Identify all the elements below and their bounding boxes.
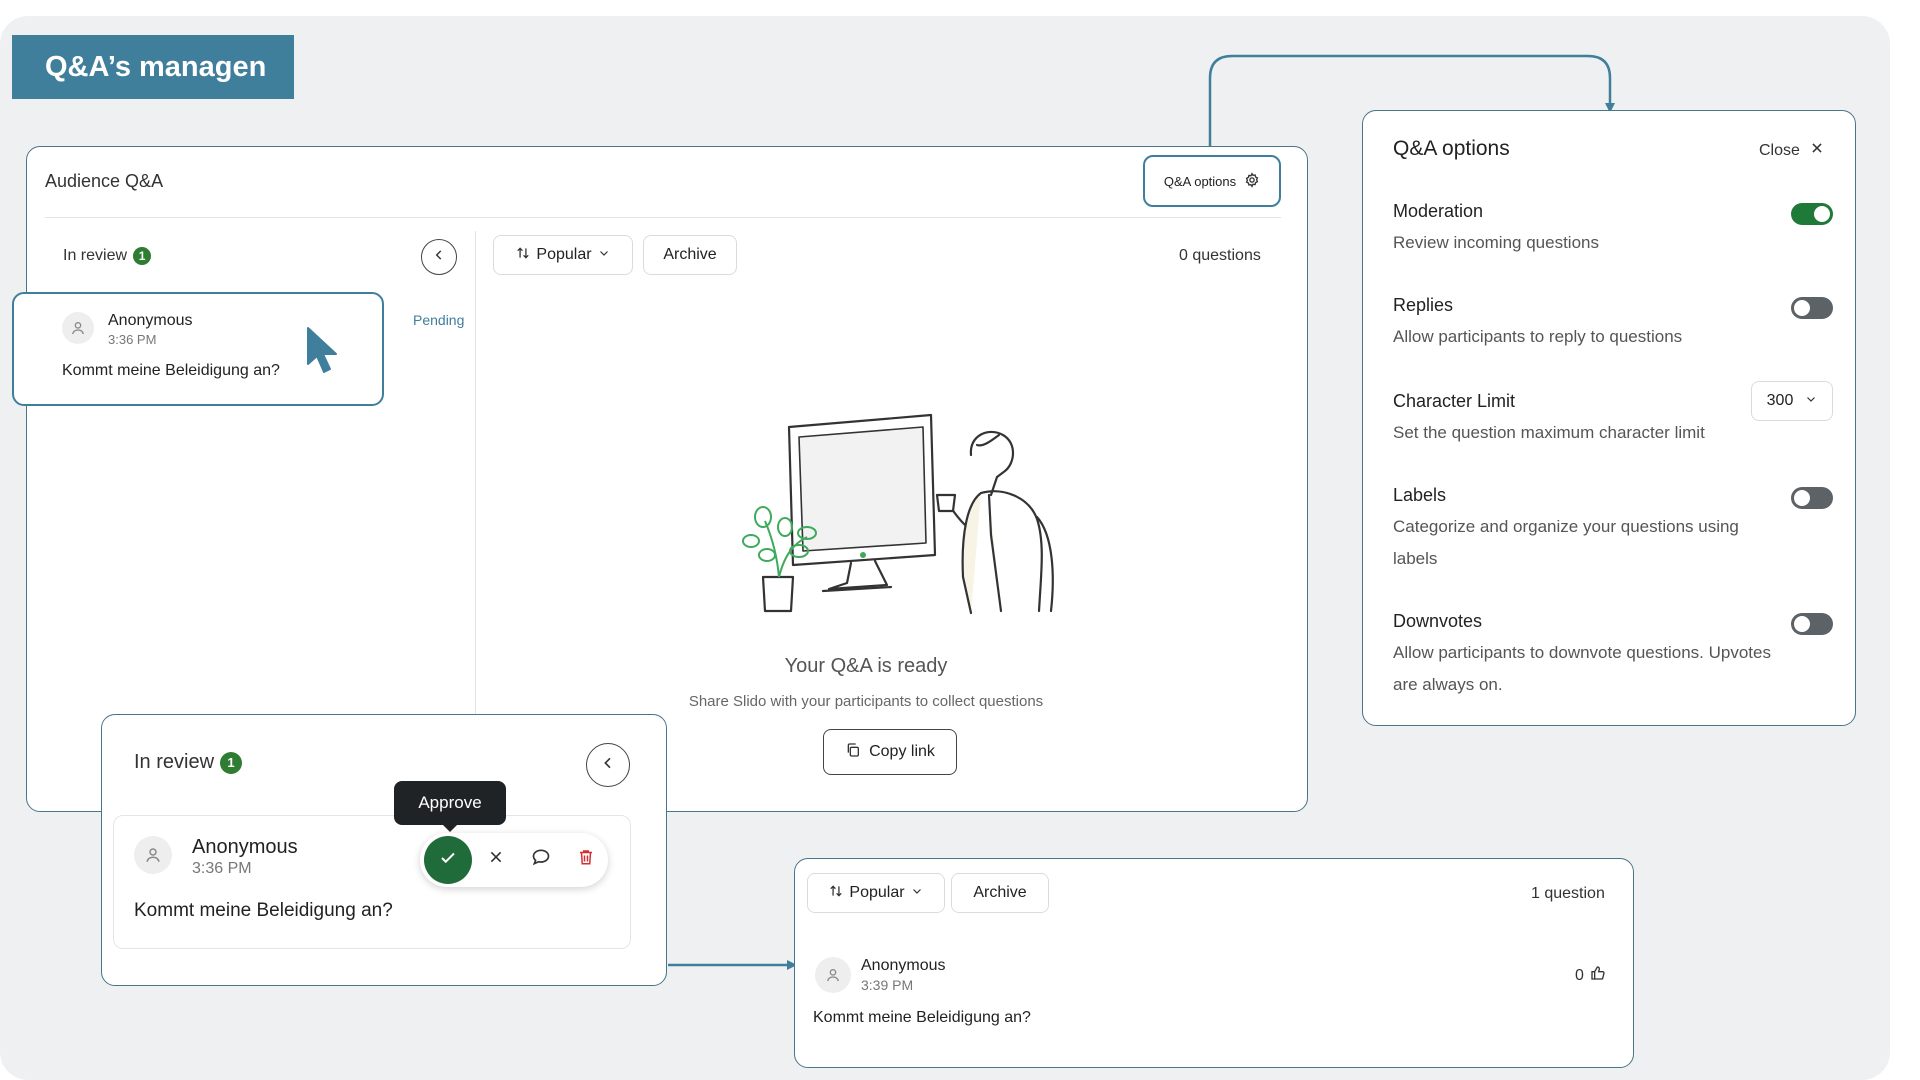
question-text: Kommt meine Beleidigung an?	[813, 1009, 1031, 1026]
panel-title: Audience Q&A	[45, 171, 164, 191]
computer-illustration	[742, 413, 1054, 615]
checkmark-icon	[439, 849, 457, 872]
downvotes-toggle[interactable]	[1791, 613, 1833, 635]
question-time-zoom: 3:36 PM	[192, 860, 252, 877]
collapse-button-zoom[interactable]	[586, 743, 630, 787]
header-divider	[45, 217, 1281, 218]
copy-icon	[845, 742, 861, 763]
archive-button[interactable]: Archive	[951, 873, 1049, 913]
chevron-down-icon	[1805, 392, 1817, 410]
option-downvotes-desc: Allow participants to downvote questions…	[1393, 643, 1771, 694]
question-author: Anonymous	[108, 312, 193, 329]
collapse-button[interactable]	[421, 239, 457, 275]
in-review-header: In review 1	[63, 247, 152, 265]
chevron-down-icon	[911, 884, 923, 902]
approved-questions-panel: Popular Archive 1 question Anonymous 3:3…	[794, 858, 1634, 1068]
page-title-banner: Q&A’s managen	[12, 35, 294, 99]
question-time: 3:36 PM	[108, 332, 157, 347]
qa-options-label: Q&A options	[1163, 173, 1237, 189]
qa-options-button[interactable]: Q&A options	[1143, 155, 1281, 207]
copy-link-button[interactable]: Copy link	[823, 729, 957, 775]
labels-toggle[interactable]	[1791, 487, 1833, 509]
review-zoom-panel: In review 1 Anonymous 3:36 PM Kommt mein…	[101, 714, 667, 986]
trash-icon	[577, 848, 595, 871]
sort-icon	[829, 884, 843, 903]
empty-state-subtitle: Share Slido with your participants to co…	[688, 693, 1044, 710]
review-count-badge: 1	[133, 247, 152, 265]
sort-icon	[516, 246, 530, 265]
sort-label: Popular	[536, 246, 592, 263]
sort-label: Popular	[849, 884, 905, 901]
question-author-zoom: Anonymous	[192, 836, 298, 858]
option-character-limit-label: Character Limit	[1393, 391, 1516, 411]
thumbs-up-icon	[1590, 965, 1606, 986]
approve-button[interactable]	[424, 836, 472, 884]
gear-icon	[1244, 171, 1260, 191]
review-count-badge-zoom: 1	[220, 751, 243, 774]
archive-label: Archive	[663, 246, 717, 263]
question-count: 1 question	[1531, 885, 1605, 902]
chevron-left-icon	[432, 248, 446, 267]
copy-link-label: Copy link	[869, 743, 935, 760]
sort-popular-button[interactable]: Popular	[807, 873, 945, 913]
option-labels-desc: Categorize and organize your questions u…	[1393, 517, 1739, 568]
user-avatar-icon	[62, 312, 94, 344]
vote-count: 0	[1575, 966, 1584, 984]
delete-button[interactable]	[572, 845, 600, 873]
comment-icon	[531, 847, 551, 872]
option-replies-label: Replies	[1393, 295, 1454, 315]
audience-qa-panel: Audience Q&A Q&A options In review 1 Pop…	[26, 146, 1308, 812]
upvote-button[interactable]: 0	[1575, 965, 1606, 986]
option-downvotes-label: Downvotes	[1393, 611, 1483, 631]
in-review-label-zoom: In review	[134, 751, 215, 773]
sort-popular-button[interactable]: Popular	[493, 235, 633, 275]
close-button[interactable]: Close	[1759, 141, 1824, 160]
question-author: Anonymous	[861, 957, 946, 974]
question-text-zoom: Kommt meine Beleidigung an?	[134, 900, 393, 921]
options-title: Q&A options	[1393, 137, 1510, 160]
reject-button[interactable]	[482, 845, 510, 873]
option-replies-desc: Allow participants to reply to questions	[1393, 327, 1683, 346]
moderation-toggle[interactable]	[1791, 203, 1833, 225]
user-avatar-icon	[134, 836, 172, 874]
in-review-header-zoom: In review 1	[134, 751, 243, 774]
close-label: Close	[1759, 141, 1800, 159]
chevron-down-icon	[598, 246, 610, 264]
option-labels-label: Labels	[1393, 485, 1447, 505]
close-icon	[1810, 141, 1824, 160]
option-character-limit-desc: Set the question maximum character limit	[1393, 423, 1705, 442]
qa-options-panel: Q&A options Close Moderation Review inco…	[1362, 110, 1856, 726]
character-limit-value: 300	[1766, 392, 1794, 409]
archive-label: Archive	[973, 884, 1027, 901]
empty-state-title: Your Q&A is ready	[784, 655, 948, 677]
close-icon	[488, 849, 504, 870]
reply-button[interactable]	[527, 845, 555, 873]
approve-tooltip: Approve	[394, 781, 506, 832]
chevron-left-icon	[600, 755, 616, 776]
question-time: 3:39 PM	[861, 977, 914, 993]
question-text: Kommt meine Beleidigung an?	[62, 362, 280, 379]
mouse-cursor-icon	[307, 327, 337, 373]
user-avatar-icon	[815, 957, 851, 993]
replies-toggle[interactable]	[1791, 297, 1833, 319]
pending-status: Pending	[413, 312, 465, 328]
archive-button[interactable]: Archive	[643, 235, 737, 275]
option-moderation-desc: Review incoming questions	[1393, 233, 1599, 252]
option-moderation-label: Moderation	[1393, 201, 1484, 221]
character-limit-select[interactable]: 300	[1751, 381, 1833, 421]
question-count: 0 questions	[1179, 247, 1261, 264]
in-review-label: In review	[63, 247, 128, 264]
